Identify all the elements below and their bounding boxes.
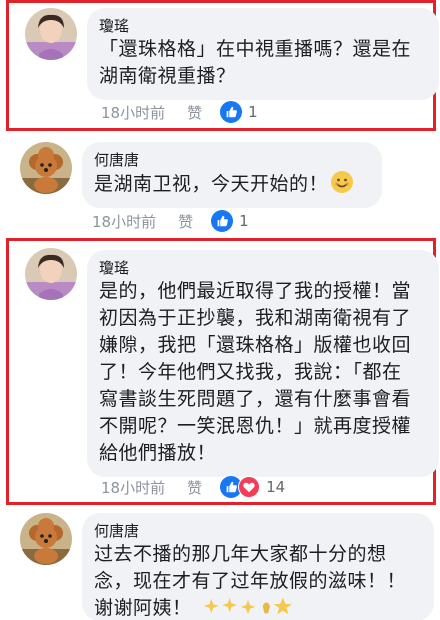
avatar-qiongyao[interactable]	[25, 8, 77, 60]
heart-icon	[238, 476, 261, 498]
smiling-face-emoji	[330, 170, 354, 194]
reaction-count: 1	[239, 212, 249, 230]
comment-timestamp[interactable]: 18小时前	[101, 477, 165, 498]
like-button[interactable]: 赞	[187, 102, 202, 123]
reaction-summary[interactable]: 14	[220, 476, 285, 498]
comment-timestamp[interactable]: 18小时前	[101, 102, 165, 123]
comment-bubble: 何唐唐 过去不播的那几年大家都十分的想 念，现在才有了过年放假的滋味！！ 谢谢阿…	[82, 513, 434, 620]
thumbs-up-icon	[220, 101, 243, 123]
reaction-count: 1	[248, 103, 258, 121]
like-button[interactable]: 赞	[187, 477, 202, 498]
comment-thread: 瓊瑤 「還珠格格」在中視重播嗎？還是在 湖南衛視重播？ 18小时前 赞 1 何唐…	[0, 0, 440, 620]
sparkles-emoji	[198, 595, 298, 620]
comment-meta: 18小时前 赞 1	[101, 101, 258, 123]
comment-bubble: 瓊瑤 是的，他們最近取得了我的授權！當 初因為于正抄襲，我和湖南衛視有了 嫌隙，…	[87, 250, 439, 477]
comment-hetangtang-1: 何唐唐 是湖南卫视，今天开始的！ 18小时前 赞 1	[0, 138, 440, 238]
comment-author[interactable]: 何唐唐	[94, 521, 422, 541]
comment-text: 谢谢阿姨！	[94, 597, 192, 619]
avatar-hetangtang[interactable]	[20, 513, 72, 565]
comment-author[interactable]: 瓊瑤	[99, 16, 427, 36]
star-emoji	[273, 597, 293, 615]
comment-bubble: 瓊瑤 「還珠格格」在中視重播嗎？還是在 湖南衛視重播？	[87, 8, 439, 100]
comment-text-line: 过去不播的那几年大家都十分的想	[94, 543, 387, 565]
comment-text-line: 給他們播放！	[99, 442, 217, 464]
comment-text-line: 了！今年他們又找我，我說：「都在	[99, 361, 402, 383]
reaction-summary[interactable]: 1	[211, 210, 249, 232]
like-button[interactable]: 赞	[178, 211, 193, 232]
comment-text-line: 念，现在才有了过年放假的滋味！！	[94, 570, 407, 592]
comment-text-line: 不開呢？一笑泯恩仇！」就再度授權	[99, 415, 412, 437]
comment-text-line: 嫌隙，我把「還珠格格」版權也收回	[99, 334, 412, 356]
comment-qiongyao-2: 瓊瑤 是的，他們最近取得了我的授權！當 初因為于正抄襲，我和湖南衛視有了 嫌隙，…	[6, 238, 439, 505]
comment-text-line: 谢谢阿姨！	[94, 595, 422, 620]
comment-timestamp[interactable]: 18小时前	[92, 211, 156, 232]
comment-bubble: 何唐唐 是湖南卫视，今天开始的！	[82, 142, 382, 208]
comment-author[interactable]: 瓊瑤	[99, 258, 427, 278]
reaction-count: 14	[266, 478, 286, 496]
reaction-summary[interactable]: 1	[220, 101, 258, 123]
comment-text-line: 是的，他們最近取得了我的授權！當	[99, 280, 412, 302]
comment-text-line: 「還珠格格」在中視重播嗎？還是在	[99, 38, 412, 60]
comment-meta: 18小时前 赞 1	[92, 210, 249, 232]
avatar-hetangtang[interactable]	[20, 142, 72, 194]
thumbs-up-icon	[211, 210, 234, 232]
comment-text-line: 初因為于正抄襲，我和湖南衛視有了	[99, 307, 412, 329]
comment-qiongyao-1: 瓊瑤 「還珠格格」在中視重播嗎？還是在 湖南衛視重播？ 18小时前 赞 1	[6, 0, 439, 131]
comment-hetangtang-2: 何唐唐 过去不播的那几年大家都十分的想 念，现在才有了过年放假的滋味！！ 谢谢阿…	[0, 509, 440, 620]
comment-author[interactable]: 何唐唐	[94, 150, 370, 170]
avatar-qiongyao[interactable]	[25, 248, 77, 300]
comment-text: 是湖南卫视，今天开始的！	[94, 173, 329, 195]
comment-text-line: 寫書談生死問題了，還有什麼事會看	[99, 388, 412, 410]
comment-text-line: 是湖南卫视，今天开始的！	[94, 170, 370, 198]
comment-meta: 18小时前 赞 14	[101, 476, 285, 498]
comment-text-line: 湖南衛視重播？	[99, 65, 236, 87]
